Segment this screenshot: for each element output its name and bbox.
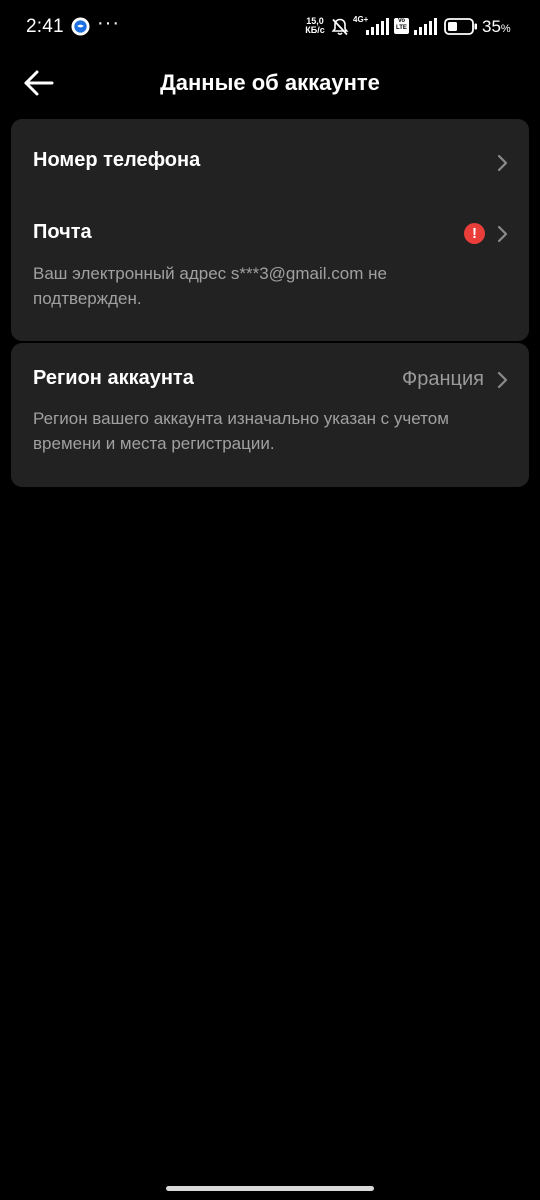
network-speed-unit: КБ/с (305, 25, 325, 35)
mute-icon (331, 18, 349, 36)
warning-icon: ! (464, 223, 485, 244)
chevron-right-icon (497, 371, 508, 389)
status-bar: 2:41 ··· 15,0 КБ/с 4G+ Vo LTE 35% (0, 0, 540, 56)
signal-icon (366, 18, 389, 35)
more-notifications-icon: ··· (97, 12, 120, 34)
header: Данные об аккаунте (0, 56, 540, 112)
status-time: 2:41 (26, 16, 64, 37)
email-description: Ваш электронный адрес s***3@gmail.com не… (33, 264, 387, 308)
email-label: Почта (33, 221, 92, 243)
battery-percentage-sign: % (500, 23, 511, 35)
volte-badge: Vo LTE (394, 18, 409, 34)
phone-number-label: Номер телефона (33, 149, 201, 171)
account-region-label: Регион аккаунта (33, 367, 194, 389)
signal-icon-2 (414, 18, 437, 35)
chevron-right-icon (497, 154, 508, 172)
phone-number-row[interactable]: Номер телефона (11, 119, 529, 195)
battery-icon (444, 18, 477, 35)
battery-percentage-value: 35 (482, 17, 501, 36)
screen: 2:41 ··· 15,0 КБ/с 4G+ Vo LTE 35% Данные… (0, 0, 540, 1200)
account-contacts-card: Номер телефона Почта ! Ваш электронный а… (11, 119, 529, 341)
account-region-card: Регион аккаунта Франция Регион вашего ак… (11, 343, 529, 487)
account-region-row[interactable]: Регион аккаунта Франция Регион вашего ак… (11, 343, 529, 487)
account-region-value: Франция (402, 368, 484, 390)
notification-app-icon (71, 17, 90, 36)
page-title: Данные об аккаунте (160, 70, 380, 95)
battery-percentage: 35% (482, 17, 511, 37)
email-row[interactable]: Почта ! Ваш электронный адрес s***3@gmai… (11, 203, 529, 341)
home-indicator[interactable] (166, 1186, 374, 1191)
network-speed: 15,0 КБ/с (303, 17, 327, 35)
chevron-right-icon (497, 225, 508, 243)
account-region-description: Регион вашего аккаунта изначально указан… (33, 409, 449, 453)
